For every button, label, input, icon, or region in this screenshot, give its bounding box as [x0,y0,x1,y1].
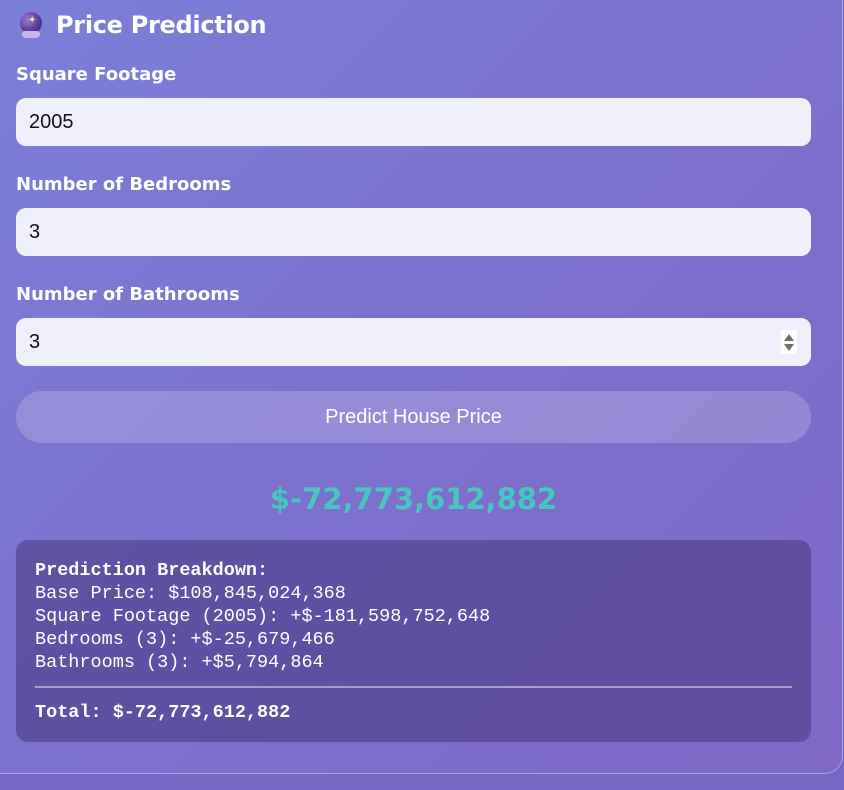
number-spinner[interactable] [781,330,797,354]
bedrooms-value: 3 [29,220,41,243]
bathrooms-input[interactable]: 3 [16,318,811,366]
breakdown-bedrooms: Bedrooms (3): +$-25,679,466 [35,629,335,650]
spinner-down-icon[interactable] [784,343,794,351]
predict-button[interactable]: Predict House Price [16,391,811,443]
bathrooms-label: Number of Bathrooms [16,284,240,305]
breakdown-heading: Prediction Breakdown: [35,560,269,581]
square-footage-input[interactable]: 2005 [16,98,811,146]
title-text: Price Prediction [56,11,267,39]
breakdown-square-footage: Square Footage (2005): +$-181,598,752,64… [35,606,491,627]
breakdown-total: Total: $-72,773,612,882 [35,702,291,723]
square-footage-label: Square Footage [16,64,177,85]
breakdown-bathrooms: Bathrooms (3): +$5,794,864 [35,652,324,673]
breakdown-base-price: Base Price: $108,845,024,368 [35,583,346,604]
prediction-breakdown: Prediction Breakdown: Base Price: $108,8… [16,540,811,742]
predicted-price: $-72,773,612,882 [269,482,558,516]
bedrooms-label: Number of Bedrooms [16,174,232,195]
bedrooms-input[interactable]: 3 [16,208,811,256]
crystal-ball-icon: ✦ [18,12,44,38]
page-title: ✦ Price Prediction [18,8,267,42]
square-footage-value: 2005 [29,110,74,133]
breakdown-divider [35,686,792,688]
spinner-up-icon[interactable] [784,333,794,341]
bathrooms-value: 3 [29,330,41,353]
